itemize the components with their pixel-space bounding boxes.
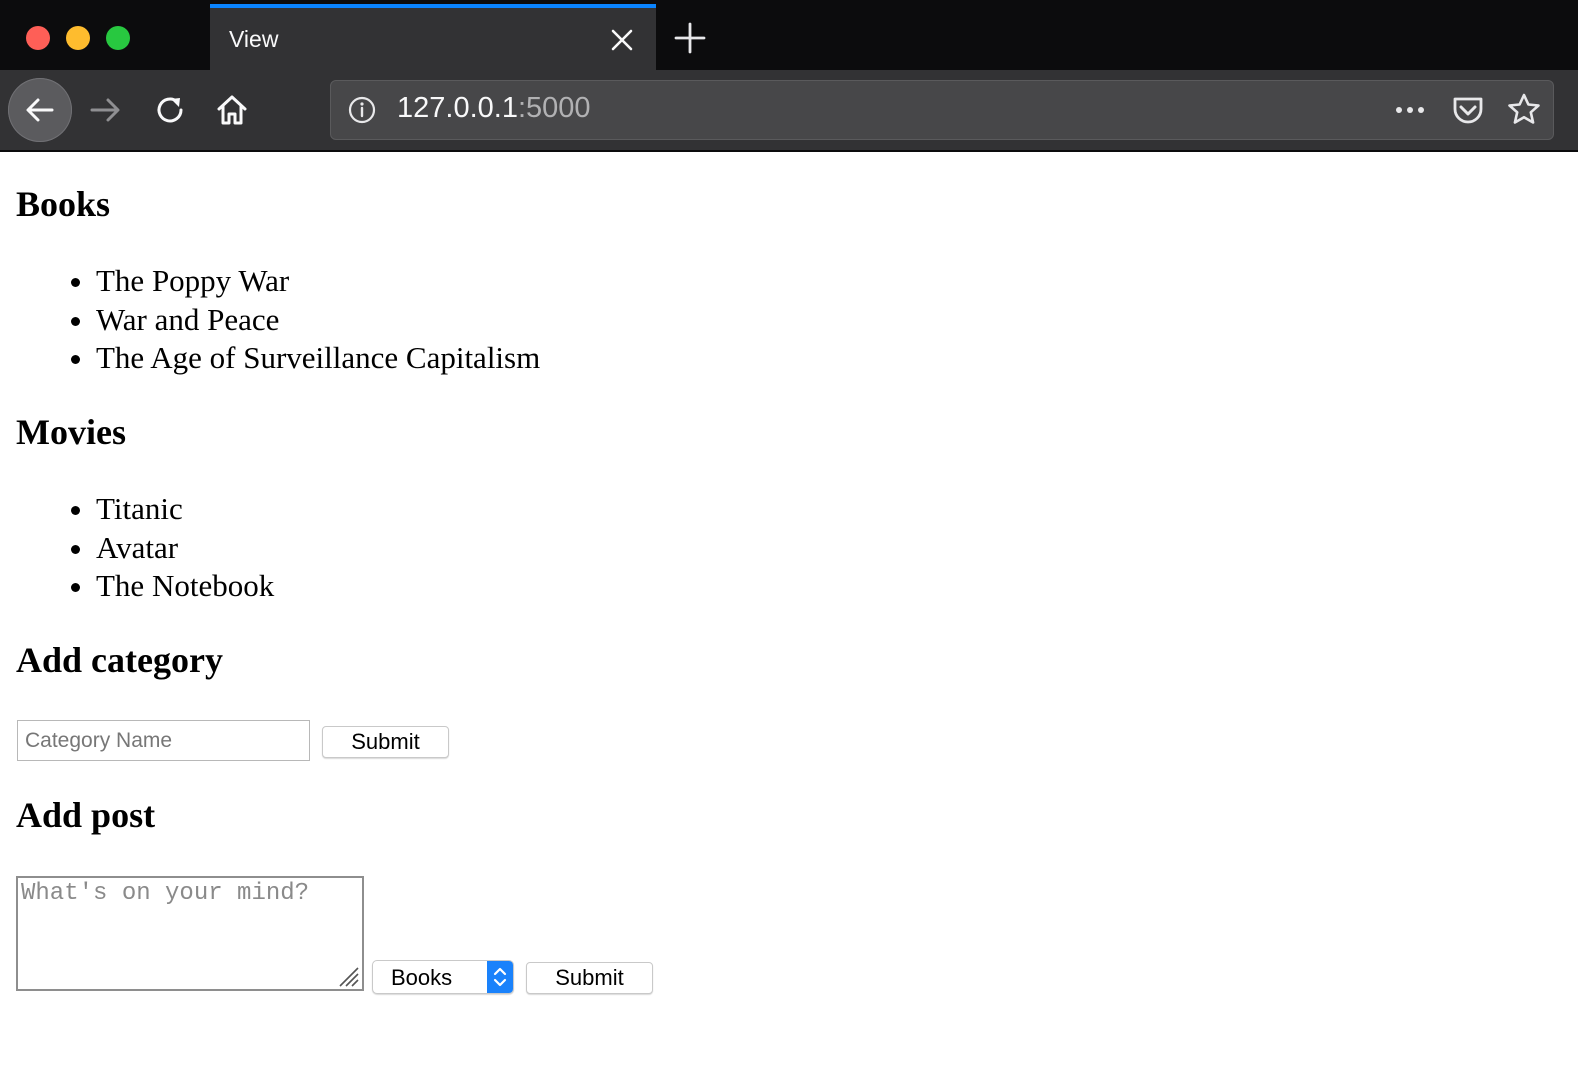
pocket-icon[interactable] xyxy=(1449,91,1487,129)
add-post-heading: Add post xyxy=(16,795,156,835)
movies-list: Titanic Avatar The Notebook xyxy=(16,490,274,606)
books-heading: Books xyxy=(16,184,111,224)
post-textarea[interactable] xyxy=(16,876,364,991)
submit-category-button[interactable]: Submit xyxy=(322,726,449,758)
list-item: The Poppy War xyxy=(96,262,540,301)
window-zoom-control[interactable] xyxy=(106,26,130,50)
home-icon xyxy=(217,95,247,125)
window-minimize-control[interactable] xyxy=(66,26,90,50)
browser-titlebar: View xyxy=(0,0,1578,70)
close-tab-icon[interactable] xyxy=(608,26,636,54)
more-actions-icon[interactable] xyxy=(1393,93,1427,127)
list-item: Titanic xyxy=(96,490,274,529)
category-select[interactable]: Books xyxy=(372,960,514,994)
resize-grip-icon[interactable] xyxy=(336,964,360,988)
add-category-heading: Add category xyxy=(16,640,223,680)
chevron-up-down-icon xyxy=(493,967,507,987)
browser-tab[interactable]: View xyxy=(210,4,656,70)
window-close-control[interactable] xyxy=(26,26,50,50)
arrow-left-icon xyxy=(26,98,54,122)
list-item: The Notebook xyxy=(96,567,274,606)
list-item: The Age of Surveillance Capitalism xyxy=(96,339,540,378)
reload-icon xyxy=(157,97,183,123)
list-item: War and Peace xyxy=(96,301,540,340)
new-tab-icon[interactable] xyxy=(672,20,708,56)
url-host: 127.0.0.1 xyxy=(397,92,518,124)
home-button[interactable] xyxy=(212,90,252,130)
books-list: The Poppy War War and Peace The Age of S… xyxy=(16,262,540,378)
category-name-input[interactable] xyxy=(17,720,310,761)
info-icon[interactable] xyxy=(347,95,377,125)
arrow-right-icon xyxy=(90,98,120,122)
address-bar[interactable]: 127.0.0.1:5000 xyxy=(330,80,1554,140)
bookmark-star-icon[interactable] xyxy=(1505,91,1543,129)
category-select-value: Books xyxy=(391,965,453,990)
url-text[interactable]: 127.0.0.1:5000 xyxy=(397,92,591,125)
list-item: Avatar xyxy=(96,529,274,568)
submit-post-button[interactable]: Submit xyxy=(526,962,653,994)
forward-button[interactable] xyxy=(86,90,126,130)
tab-title: View xyxy=(229,26,279,52)
url-port: :5000 xyxy=(517,92,591,124)
browser-toolbar: 127.0.0.1:5000 xyxy=(0,70,1578,152)
reload-button[interactable] xyxy=(150,90,190,130)
movies-heading: Movies xyxy=(16,412,126,452)
back-button[interactable] xyxy=(8,78,72,142)
select-arrows xyxy=(487,961,513,993)
